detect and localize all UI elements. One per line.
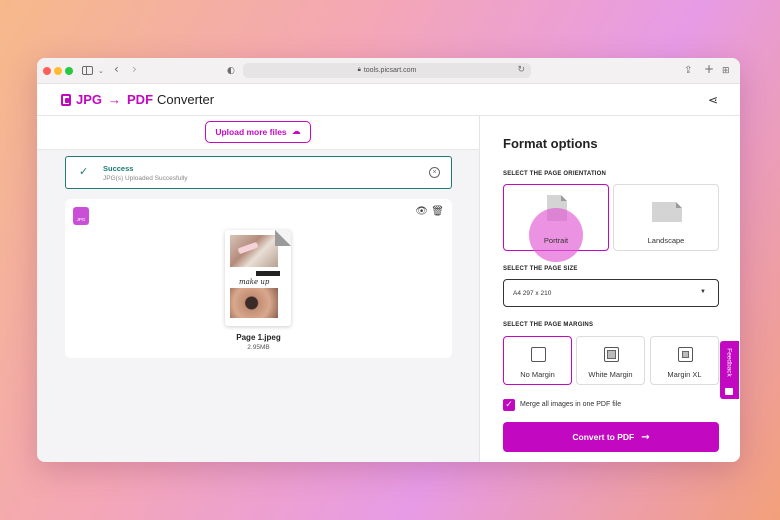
- app-header: JPG → PDF Converter ⋖: [37, 84, 740, 116]
- share-nodes-icon[interactable]: ⋖: [708, 93, 718, 107]
- address-bar[interactable]: 🔒︎ tools.picsart.com ↻: [243, 63, 531, 78]
- no-margin-icon: [531, 347, 546, 362]
- logo-suffix: Converter: [157, 92, 215, 107]
- sidebar-icon[interactable]: [82, 66, 93, 75]
- lock-icon: 🔒︎: [357, 67, 361, 73]
- browser-toolbar: ⌄ ‹ › ◐ 🔒︎ tools.picsart.com ↻ ⇪ + ⊞: [37, 58, 740, 84]
- jpg-file-icon: JPG: [73, 207, 89, 225]
- format-options-title: Format options: [503, 136, 598, 151]
- alert-title: Success: [103, 164, 134, 173]
- orientation-landscape[interactable]: Landscape: [613, 184, 719, 251]
- click-indicator: [529, 208, 583, 262]
- jpg-badge-label: JPG: [76, 217, 86, 222]
- page-size-label: SELECT THE PAGE SIZE: [503, 266, 578, 272]
- zoom-window-button[interactable]: [65, 67, 73, 75]
- merge-checkbox[interactable]: ✓: [503, 399, 515, 411]
- check-icon: ✓: [79, 165, 89, 178]
- page-size-value: A4 297 x 210: [513, 289, 552, 297]
- file-size: 2.95MB: [247, 344, 270, 351]
- margin-xl-icon: [678, 347, 693, 362]
- arrow-right-icon: →: [641, 431, 650, 443]
- logo-from: JPG: [76, 92, 103, 107]
- page-margins-label: SELECT THE PAGE MARGINS: [503, 322, 594, 328]
- landscape-page-icon: [652, 202, 682, 222]
- thumbnail-script-text: make up: [239, 278, 270, 286]
- margin-xl[interactable]: Margin XL: [650, 336, 719, 385]
- file-name: Page 1.jpeg: [236, 333, 281, 342]
- file-card: JPG 👁︎ 🗑︎ make up Page 1.jpeg 2.95MB: [65, 199, 452, 358]
- close-window-button[interactable]: [43, 67, 51, 75]
- plus-icon[interactable]: +: [704, 62, 714, 76]
- app-logo[interactable]: JPG → PDF Converter: [61, 92, 214, 107]
- convert-to-pdf-button[interactable]: Convert to PDF →: [503, 422, 719, 452]
- feedback-tab[interactable]: Feedback: [720, 341, 739, 399]
- orientation-landscape-label: Landscape: [647, 236, 685, 245]
- caret-down-icon: ▼: [700, 289, 706, 295]
- trash-icon[interactable]: 🗑︎: [431, 206, 444, 217]
- margin-white[interactable]: White Margin: [576, 336, 645, 385]
- page-size-select[interactable]: A4 297 x 210 ▼: [503, 279, 719, 307]
- grid-icon[interactable]: ⊞: [722, 64, 730, 78]
- merge-label: Merge all images in one PDF file: [520, 401, 622, 408]
- eye-icon[interactable]: 👁︎: [415, 206, 428, 217]
- convert-button-label: Convert to PDF: [572, 432, 635, 442]
- margin-white-label: White Margin: [588, 370, 633, 379]
- browser-window: ⌄ ‹ › ◐ 🔒︎ tools.picsart.com ↻ ⇪ + ⊞ JPG…: [37, 58, 740, 462]
- upload-strip: Upload more files ☁: [37, 116, 479, 150]
- minimize-window-button[interactable]: [54, 67, 62, 75]
- orientation-portrait-label: Portrait: [543, 236, 569, 245]
- white-margin-icon: [604, 347, 619, 362]
- alert-message: JPG(s) Uploaded Succesfully: [103, 175, 188, 182]
- orientation-portrait[interactable]: Portrait: [503, 184, 609, 262]
- thumbnail-photo-bottom: [230, 288, 278, 318]
- upload-button-label: Upload more files: [215, 127, 287, 137]
- chevron-right-icon[interactable]: ›: [132, 62, 137, 76]
- picsart-logo-icon: [61, 93, 71, 106]
- margin-none-label: No Margin: [520, 370, 555, 379]
- reload-icon[interactable]: ↻: [517, 64, 525, 75]
- success-alert: ✓ Success JPG(s) Uploaded Succesfully ×: [65, 156, 452, 189]
- margin-xl-label: Margin XL: [667, 370, 702, 379]
- url-text: tools.picsart.com: [363, 67, 417, 74]
- upload-more-files-button[interactable]: Upload more files ☁: [205, 121, 311, 143]
- share-icon[interactable]: ⇪: [684, 64, 692, 78]
- page-fold-icon: [275, 230, 291, 246]
- margin-none[interactable]: No Margin: [503, 336, 572, 385]
- feedback-label: Feedback: [725, 348, 733, 377]
- thumbnail-photo-top: [230, 235, 278, 267]
- thumbnail-tag: [256, 271, 280, 276]
- logo-to: PDF: [127, 92, 154, 107]
- cloud-upload-icon: ☁: [291, 127, 301, 137]
- file-thumbnail[interactable]: make up: [225, 230, 291, 326]
- arrow-right-icon: →: [108, 92, 122, 107]
- feedback-icon: [725, 388, 733, 395]
- shield-icon[interactable]: ◐: [227, 64, 235, 78]
- chevron-left-icon[interactable]: ‹: [114, 62, 119, 76]
- orientation-label: SELECT THE PAGE ORIENTATION: [503, 171, 607, 177]
- chevron-down-icon[interactable]: ⌄: [98, 64, 104, 78]
- close-icon[interactable]: ×: [429, 167, 440, 178]
